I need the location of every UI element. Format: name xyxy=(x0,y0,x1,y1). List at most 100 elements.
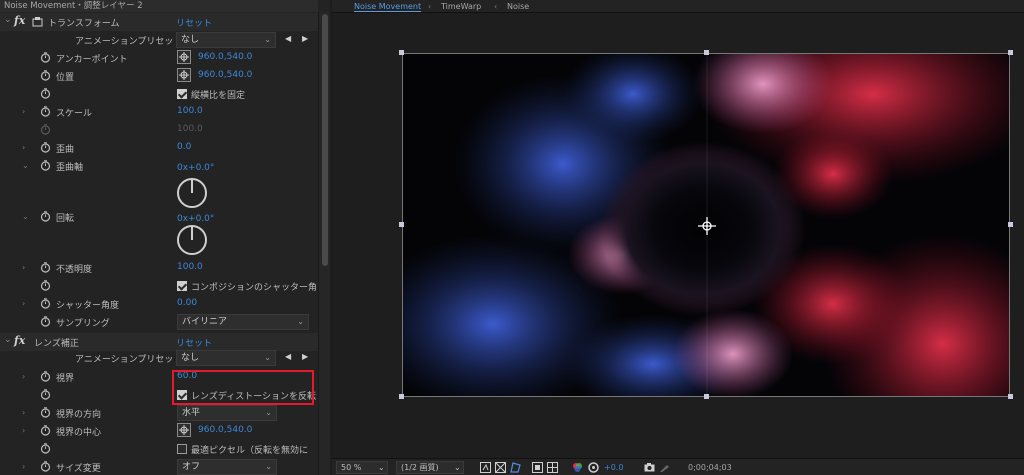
skew-axis-dial[interactable] xyxy=(177,178,207,208)
fov-orientation-dropdown[interactable]: 水平 ⌄ xyxy=(177,405,277,421)
resolution-dropdown[interactable]: (1/2 画質) ⌄ xyxy=(396,461,464,474)
region-of-interest-icon[interactable] xyxy=(532,462,543,473)
show-snapshot-icon[interactable] xyxy=(659,462,670,473)
zoom-value: 50 % xyxy=(341,463,362,472)
stopwatch-icon[interactable] xyxy=(40,70,51,81)
scrollbar-thumb[interactable] xyxy=(322,14,328,266)
resize-handle[interactable] xyxy=(399,394,404,399)
stopwatch-icon[interactable] xyxy=(40,443,51,454)
current-time-display[interactable]: 0;00;04;03 xyxy=(688,462,732,474)
expand-chevron-icon[interactable]: › xyxy=(22,143,30,153)
resize-handle[interactable] xyxy=(1008,222,1013,227)
resize-handle[interactable] xyxy=(704,50,709,55)
collapse-chevron-icon[interactable]: ⌄ xyxy=(22,161,30,171)
chevron-down-icon: ⌄ xyxy=(264,353,271,362)
resize-handle[interactable] xyxy=(1008,394,1013,399)
skew-value[interactable]: 0.0 xyxy=(177,142,191,152)
expand-chevron-icon[interactable]: › xyxy=(22,372,30,382)
anim-preset-row: アニメーションプリセット： なし ⌄ ◀ ▶ xyxy=(0,349,318,367)
effect-controls-panel: Noise Movement・調整レイヤー 2 ⌄ fx トランスフォーム リセ… xyxy=(0,0,330,475)
stopwatch-icon[interactable] xyxy=(40,106,51,117)
opacity-row: › 不透明度 100.0 xyxy=(0,259,318,277)
crosshair-target-icon[interactable] xyxy=(177,68,191,82)
fx-toggle-icon[interactable]: fx xyxy=(14,14,25,27)
reset-link[interactable]: リセット xyxy=(176,16,212,29)
mask-visibility-icon[interactable] xyxy=(510,462,521,473)
comp-shutter-row: コンポジションのシャッター角 xyxy=(0,277,318,295)
resize-handle[interactable] xyxy=(399,222,404,227)
collapse-chevron-icon[interactable]: ⌄ xyxy=(22,212,30,222)
stopwatch-icon[interactable] xyxy=(40,425,51,436)
tab-noise-movement[interactable]: Noise Movement xyxy=(354,1,422,12)
scale-value[interactable]: 100.0 xyxy=(177,106,203,116)
rotation-value[interactable]: 0x+0.0° xyxy=(177,214,214,224)
sampling-dropdown[interactable]: バイリニア ⌄ xyxy=(177,314,309,330)
stopwatch-icon[interactable] xyxy=(40,52,51,63)
stopwatch-icon[interactable] xyxy=(40,298,51,309)
optimal-pixels-checkbox[interactable] xyxy=(177,444,187,454)
prev-preset-arrow[interactable]: ◀ xyxy=(285,34,291,43)
fast-preview-icon[interactable] xyxy=(480,462,491,473)
anchor-point-value[interactable]: 960.0,540.0 xyxy=(198,52,252,62)
expand-chevron-icon[interactable]: › xyxy=(22,408,30,418)
stopwatch-icon[interactable] xyxy=(40,160,51,171)
grid-guides-icon[interactable] xyxy=(547,462,558,473)
stopwatch-icon[interactable] xyxy=(40,262,51,273)
stopwatch-icon[interactable] xyxy=(40,142,51,153)
channel-rgb-icon[interactable] xyxy=(572,462,583,473)
stopwatch-icon[interactable] xyxy=(40,389,51,400)
tab-timewarp[interactable]: TimeWarp xyxy=(441,1,481,12)
expand-chevron-icon[interactable]: › xyxy=(22,107,30,117)
stopwatch-icon[interactable] xyxy=(40,407,51,418)
collapse-chevron-icon[interactable]: ⌄ xyxy=(4,335,12,345)
skew-axis-value[interactable]: 0x+0.0° xyxy=(177,163,214,173)
panel-scrollbar[interactable] xyxy=(318,12,330,475)
composition-viewer[interactable] xyxy=(402,53,1010,397)
crosshair-target-icon[interactable] xyxy=(177,423,191,437)
crosshair-target-icon[interactable] xyxy=(177,50,191,64)
resize-handle[interactable] xyxy=(704,394,709,399)
exposure-reset-icon[interactable] xyxy=(588,462,599,473)
shutter-angle-value[interactable]: 0.00 xyxy=(177,298,197,308)
next-preset-arrow[interactable]: ▶ xyxy=(302,352,308,361)
comp-shutter-checkbox[interactable] xyxy=(177,281,187,291)
stopwatch-icon[interactable] xyxy=(40,316,51,327)
next-preset-arrow[interactable]: ▶ xyxy=(302,34,308,43)
anim-preset-dropdown[interactable]: なし ⌄ xyxy=(176,32,276,48)
stopwatch-icon[interactable] xyxy=(40,88,51,99)
rotation-dial[interactable] xyxy=(177,225,207,255)
expand-chevron-icon[interactable]: › xyxy=(22,263,30,273)
prev-preset-arrow[interactable]: ◀ xyxy=(285,352,291,361)
stopwatch-icon[interactable] xyxy=(40,280,51,291)
opacity-value[interactable]: 100.0 xyxy=(177,262,203,272)
resize-handle[interactable] xyxy=(399,50,404,55)
uniform-scale-checkbox[interactable] xyxy=(177,89,187,99)
zoom-dropdown[interactable]: 50 % ⌄ xyxy=(336,461,388,474)
fov-center-row: › 視界の中心 960.0,540.0 xyxy=(0,422,318,440)
resize-dropdown[interactable]: オフ ⌄ xyxy=(177,459,277,475)
effect-header-transform[interactable]: ⌄ fx トランスフォーム リセット xyxy=(0,13,318,31)
position-value[interactable]: 960.0,540.0 xyxy=(198,70,252,80)
collapse-chevron-icon[interactable]: ⌄ xyxy=(4,15,12,25)
snapshot-camera-icon[interactable] xyxy=(644,462,655,473)
skew-axis-row: ⌄ 歪曲軸 0x+0.0° xyxy=(0,157,318,175)
scale-dim-value: 100.0 xyxy=(177,124,203,134)
skew-label: 歪曲 xyxy=(56,145,75,155)
fx-toggle-icon[interactable]: fx xyxy=(14,334,25,347)
expand-chevron-icon[interactable]: › xyxy=(22,462,30,472)
exposure-value[interactable]: +0.0 xyxy=(604,462,623,474)
resize-handle[interactable] xyxy=(1008,50,1013,55)
fov-center-value[interactable]: 960.0,540.0 xyxy=(198,425,252,435)
stopwatch-icon[interactable] xyxy=(40,211,51,222)
stopwatch-icon[interactable] xyxy=(40,461,51,472)
stopwatch-icon[interactable] xyxy=(40,371,51,382)
tab-noise[interactable]: Noise xyxy=(507,1,529,12)
chevron-down-icon: ⌄ xyxy=(378,463,385,472)
expand-chevron-icon[interactable]: › xyxy=(22,299,30,309)
scale-height-row-disabled: 100.0 xyxy=(0,121,318,139)
chevron-down-icon: ⌄ xyxy=(265,462,272,471)
anim-preset-dropdown[interactable]: なし ⌄ xyxy=(176,350,276,366)
transparency-grid-icon[interactable] xyxy=(495,462,506,473)
reset-link[interactable]: リセット xyxy=(176,336,212,349)
expand-chevron-icon[interactable]: › xyxy=(22,426,30,436)
